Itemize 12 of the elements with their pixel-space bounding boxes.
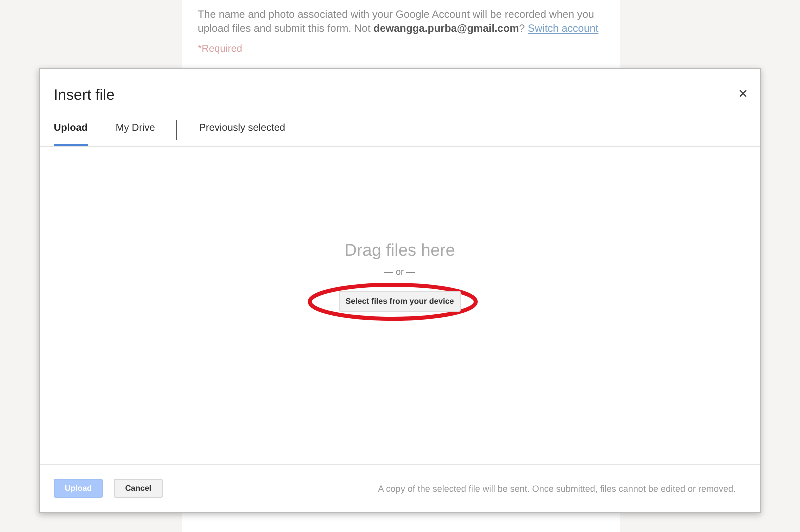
cancel-button[interactable]: Cancel [114,479,163,498]
account-notice: The name and photo associated with your Google Account will be recorded when you upload files and submit this form. Not dewangga.purba@gmail.com? Switch account [198,8,600,36]
tab[interactable]: Previously selected [199,113,286,146]
tab[interactable]: Upload [54,113,88,146]
close-button[interactable]: × [734,86,752,104]
or-divider-text: — or — [384,267,416,277]
tab[interactable]: My Drive [116,113,156,146]
dialog-title: Insert file [54,86,115,104]
select-files-button[interactable]: Select files from your device [338,291,462,312]
required-note: *Required [198,44,244,55]
drop-hint: Drag files here [344,241,456,261]
footer-note: A copy of the selected file will be sent. Once submitted, files cannot be edited or removed. [378,484,737,494]
